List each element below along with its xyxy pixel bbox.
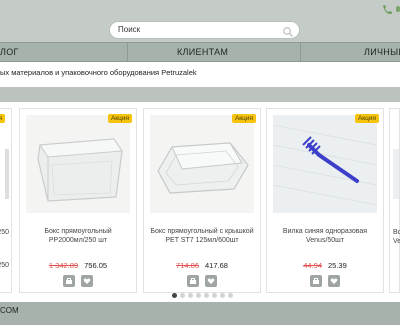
nav-item-catalog[interactable]: ЛОГ (0, 47, 19, 57)
product-prices: 44.94 25.39 (267, 261, 383, 270)
sale-badge: Акция (0, 114, 5, 123)
carousel-dot[interactable] (204, 293, 209, 298)
add-to-cart-button[interactable] (63, 275, 75, 287)
sale-badge: Акция (107, 114, 132, 123)
product-name[interactable]: Бокс прямоугольный с крышкой PET ST7 125… (150, 227, 254, 245)
heart-icon (207, 278, 215, 284)
product-card-partial-right[interactable]: Во Ve (389, 108, 400, 293)
search-box[interactable]: Поиск (109, 21, 300, 39)
product-card[interactable]: Акция Вилка синяя одноразовая Venus/50шт… (266, 108, 384, 293)
current-price: 417.68 (205, 261, 228, 270)
product-image[interactable] (26, 115, 130, 213)
footer-domain[interactable]: COM (0, 306, 19, 315)
old-price: 1 342.89 (48, 261, 79, 270)
favorite-button[interactable] (205, 275, 217, 287)
product-card[interactable]: Акция Бокс прямоугольный с крышкой PET S… (143, 108, 261, 293)
add-to-cart-button[interactable] (187, 275, 199, 287)
nav-divider (127, 43, 128, 61)
carousel-dot[interactable] (196, 293, 201, 298)
section-header-band (0, 87, 400, 102)
product-name-line2: Ve (393, 238, 400, 245)
nav-item-account[interactable]: ЛИЧНЫЙ (364, 47, 400, 57)
product-actions (267, 275, 383, 287)
product-card[interactable]: Акция Бокс прямоугольный PP2000мл/250 шт… (19, 108, 137, 293)
heart-icon (330, 278, 338, 284)
favorite-button[interactable] (81, 275, 93, 287)
product-actions (144, 275, 260, 287)
main-nav: ЛОГ КЛИЕНТАМ ЛИЧНЫЙ (0, 42, 400, 62)
old-price: 44.94 (303, 261, 322, 270)
add-to-cart-button[interactable] (310, 275, 322, 287)
nav-divider (300, 43, 301, 61)
nav-item-clients[interactable]: КЛИЕНТАМ (177, 47, 228, 57)
search-input[interactable]: Поиск (118, 25, 140, 34)
product-prices: 714.86 417.68 (144, 261, 260, 270)
product-card-partial-left[interactable]: Акция 250 250 (0, 108, 12, 293)
sale-badge: Акция (231, 114, 256, 123)
carousel-dot[interactable] (188, 293, 193, 298)
product-image[interactable] (272, 115, 378, 213)
product-name[interactable]: Во (393, 229, 400, 236)
carousel-dot[interactable] (212, 293, 217, 298)
product-actions (20, 275, 136, 287)
cart-icon (313, 278, 319, 284)
carousel-dot[interactable] (228, 293, 233, 298)
old-price: 714.86 (176, 261, 199, 270)
company-tagline: ых материалов и упаковочного оборудовани… (0, 68, 197, 77)
footer-bar (0, 302, 400, 325)
product-prices: 1 342.89 756.05 (20, 261, 136, 270)
current-price: 756.05 (84, 261, 108, 270)
product-name[interactable]: 250 (0, 229, 9, 236)
phone-icon[interactable] (381, 3, 393, 15)
product-image[interactable] (5, 149, 9, 199)
product-price: 250 (0, 262, 9, 269)
cart-icon (190, 278, 196, 284)
favorite-button[interactable] (328, 275, 340, 287)
product-image[interactable] (150, 115, 254, 213)
phone-number-fragment (396, 6, 400, 12)
product-name[interactable]: Бокс прямоугольный PP2000мл/250 шт (26, 227, 130, 245)
product-image[interactable] (393, 149, 399, 199)
carousel-dot[interactable] (172, 293, 177, 298)
carousel-dot[interactable] (220, 293, 225, 298)
search-icon[interactable] (282, 25, 294, 37)
heart-icon (83, 278, 91, 284)
cart-icon (66, 278, 72, 284)
carousel-dot[interactable] (180, 293, 185, 298)
current-price: 25.39 (328, 261, 347, 270)
product-name[interactable]: Вилка синяя одноразовая Venus/50шт (273, 227, 377, 245)
sale-badge: Акция (354, 114, 379, 123)
